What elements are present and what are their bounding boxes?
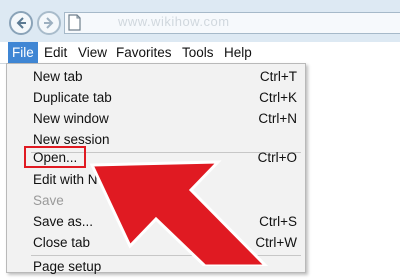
menu-favorites[interactable]: Favorites (116, 42, 172, 63)
menu-item-label: New window (33, 111, 109, 126)
menu-item-edit-with[interactable]: Edit with N (7, 170, 305, 192)
arrow-right-icon (44, 17, 54, 29)
address-text: www.wikihow.com (118, 14, 230, 29)
menu-item-close-tab[interactable]: Close tab Ctrl+W (7, 233, 305, 255)
menu-item-new-tab[interactable]: New tab Ctrl+T (7, 67, 305, 89)
page-icon (68, 14, 81, 31)
menu-item-shortcut: Ctrl+K (259, 90, 297, 105)
menu-item-save: Save (7, 191, 305, 213)
menu-item-label: New tab (33, 69, 83, 84)
browser-toolbar: www.wikihow.com (0, 0, 400, 42)
menu-help[interactable]: Help (224, 42, 252, 63)
menu-item-label: Page setup (33, 259, 102, 274)
menu-item-page-setup[interactable]: Page setup (7, 257, 305, 279)
menu-item-shortcut: Ctrl+T (259, 69, 297, 84)
arrow-left-icon (16, 17, 26, 29)
menu-item-shortcut: Ctrl+S (259, 214, 297, 229)
menu-bar: File Edit View Favorites Tools Help (0, 42, 400, 64)
menu-item-label: New session (33, 132, 110, 147)
menu-item-shortcut: Ctrl+N (258, 111, 297, 126)
menu-file[interactable]: File (8, 42, 38, 63)
forward-button[interactable] (37, 11, 61, 35)
menu-separator (31, 255, 301, 256)
menu-item-label: Save as... (33, 214, 94, 229)
file-menu-dropdown: New tab Ctrl+T Duplicate tab Ctrl+K New … (6, 63, 306, 274)
address-bar[interactable] (64, 12, 400, 34)
menu-item-new-window[interactable]: New window Ctrl+N (7, 109, 305, 131)
menu-item-label: Save (33, 193, 64, 208)
menu-item-label: Close tab (33, 235, 91, 250)
menu-view[interactable]: View (78, 42, 107, 63)
page-content-area (306, 63, 400, 266)
menu-item-label: Duplicate tab (33, 90, 112, 105)
back-button[interactable] (9, 11, 33, 35)
menu-item-label: Edit with N (33, 172, 98, 187)
menu-item-duplicate-tab[interactable]: Duplicate tab Ctrl+K (7, 88, 305, 110)
menu-edit[interactable]: Edit (44, 42, 67, 63)
menu-item-shortcut: Ctrl+O (257, 150, 297, 165)
menu-item-save-as[interactable]: Save as... Ctrl+S (7, 212, 305, 234)
open-highlight-box (24, 146, 86, 168)
menu-item-shortcut: Ctrl+W (255, 235, 297, 250)
menu-tools[interactable]: Tools (182, 42, 214, 63)
